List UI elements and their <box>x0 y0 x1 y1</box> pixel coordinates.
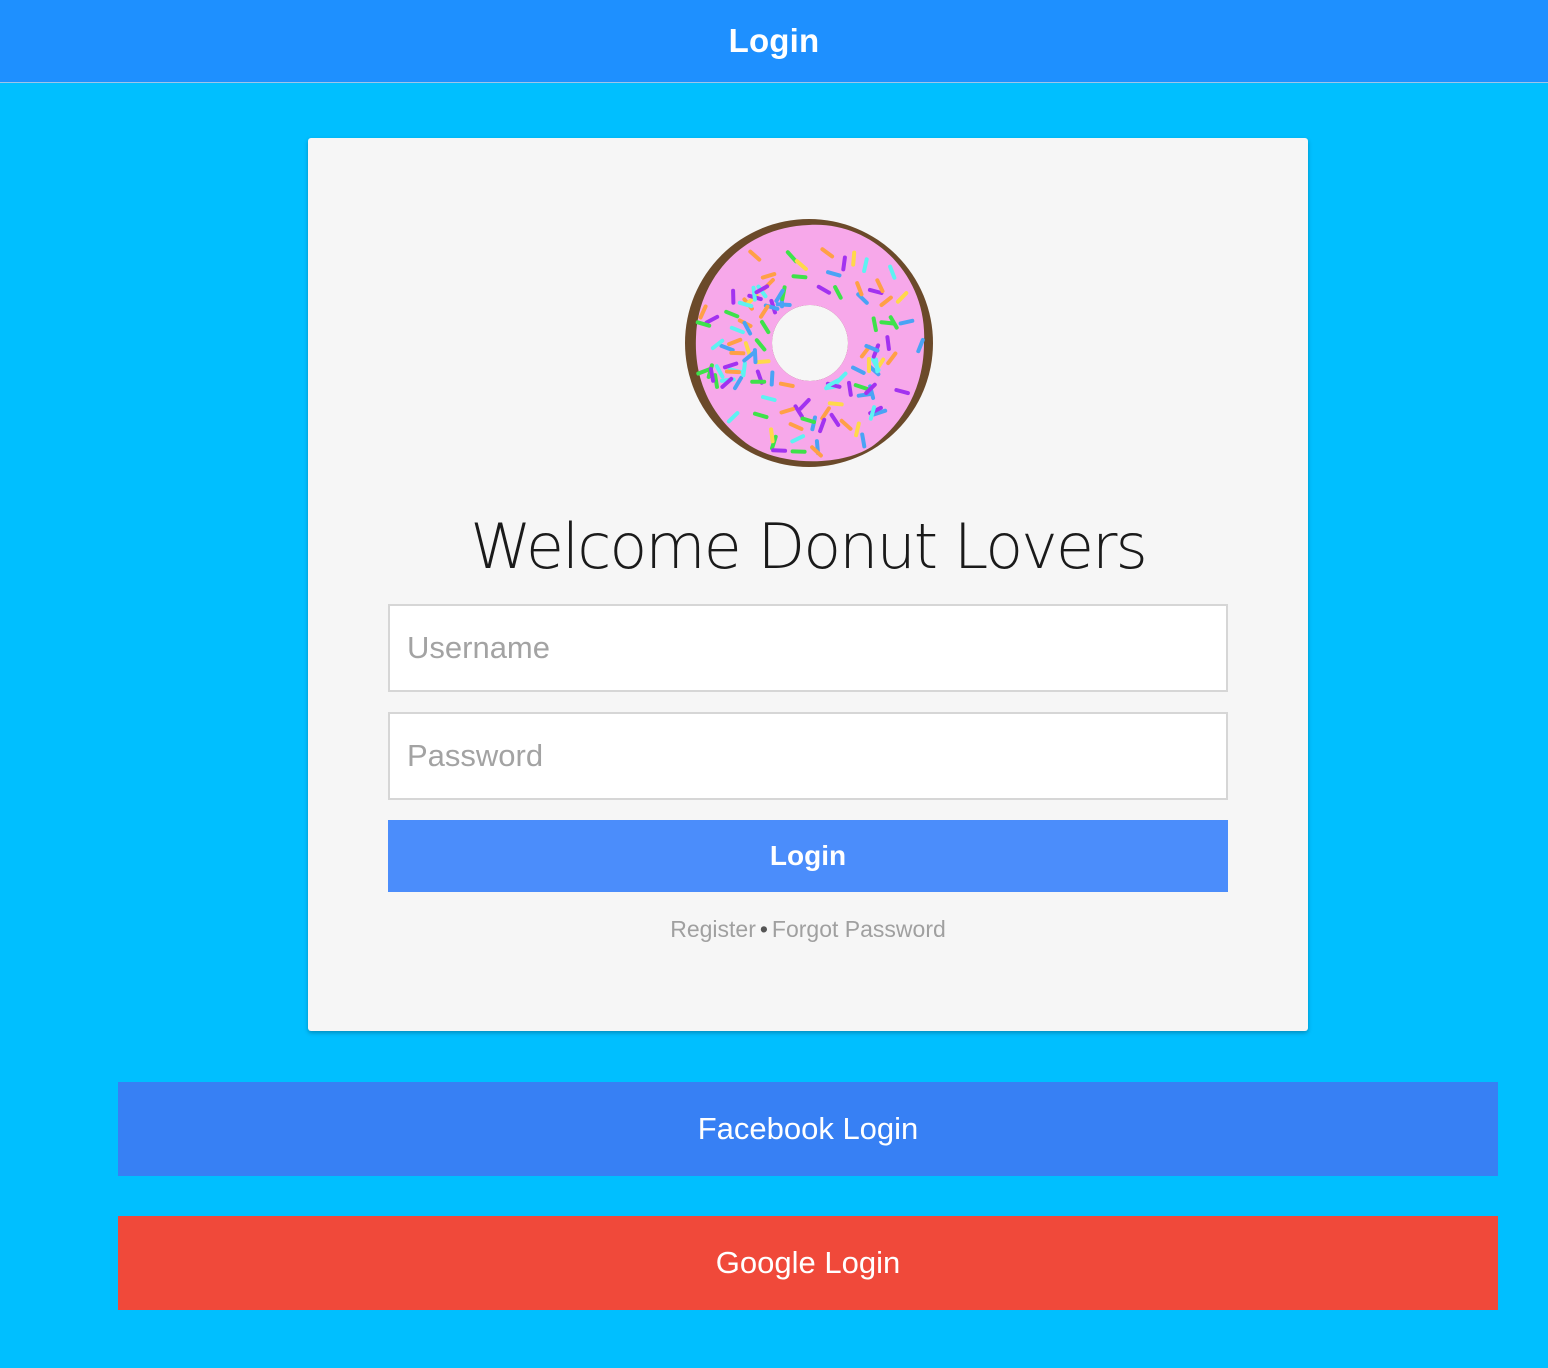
login-button[interactable]: Login <box>388 820 1228 892</box>
donut-sprinkle <box>827 401 844 407</box>
donut-sprinkle <box>847 380 853 397</box>
donut-icon <box>684 217 934 469</box>
navigation-bar: Login <box>0 0 1548 83</box>
donut-sprinkle <box>778 381 795 388</box>
donut-sprinkle <box>841 255 847 272</box>
username-input[interactable] <box>388 604 1228 692</box>
google-login-button[interactable]: Google Login <box>118 1216 1498 1310</box>
donut-sprinkle <box>775 302 792 307</box>
facebook-login-button[interactable]: Facebook Login <box>118 1082 1498 1176</box>
welcome-heading: Welcome Donut Lovers <box>470 510 1148 583</box>
donut-sprinkle <box>724 369 741 375</box>
password-input[interactable] <box>388 712 1228 800</box>
donut-sprinkle <box>791 274 808 280</box>
donut-sprinkle <box>713 373 719 389</box>
donut-sprinkle <box>771 448 788 453</box>
donut-sprinkle <box>898 318 915 326</box>
donut-sprinkle <box>854 421 861 438</box>
register-link[interactable]: Register <box>670 916 756 942</box>
donut-logo-graphic <box>685 219 933 467</box>
donut-sprinkle <box>862 257 869 273</box>
login-card: Welcome Donut Lovers Login Register•Forg… <box>308 138 1308 1031</box>
donut-sprinkle <box>851 250 857 267</box>
account-links: Register • Forgot Password <box>308 916 1308 943</box>
link-separator: • <box>759 916 768 942</box>
donut-sprinkle <box>751 285 757 302</box>
page-title: Login <box>728 22 820 59</box>
donut-sprinkle <box>769 370 775 387</box>
donut-sprinkle <box>708 367 716 383</box>
donut-sprinkle <box>769 427 775 444</box>
donut-sprinkle <box>860 432 867 449</box>
donut-sprinkle <box>885 335 891 351</box>
forgot-password-link[interactable]: Forgot Password <box>772 916 946 942</box>
donut-sprinkle <box>754 359 771 365</box>
donut-sprinkle <box>871 316 878 333</box>
donut-sprinkle <box>741 361 747 378</box>
